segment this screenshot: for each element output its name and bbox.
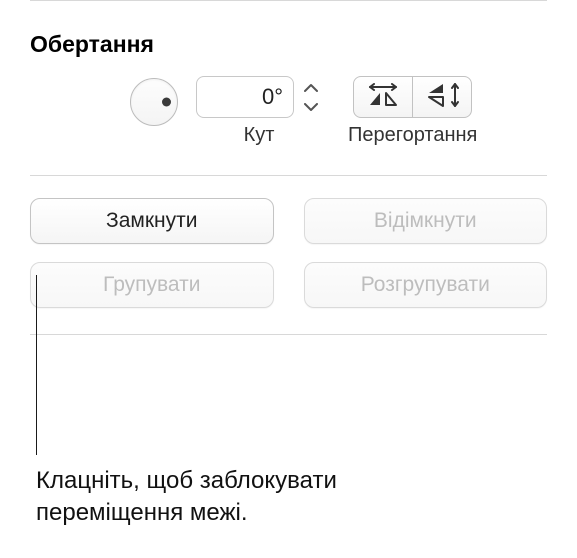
- group-button: Групувати: [30, 262, 274, 308]
- angle-stepper: [300, 76, 322, 118]
- unlock-button-label: Відімкнути: [374, 209, 477, 233]
- rotation-controls: 0° Кут: [30, 76, 547, 175]
- callout-text: Клацніть, щоб заблокувати переміщення ме…: [36, 465, 476, 530]
- section-title-rotation: Обертання: [30, 1, 547, 76]
- ungroup-button-label: Розгрупувати: [361, 273, 490, 297]
- angle-label: Кут: [244, 124, 275, 147]
- angle-input-wrap: 0°: [196, 76, 322, 118]
- angle-stepper-down[interactable]: [300, 98, 322, 116]
- angle-value: 0°: [262, 84, 283, 110]
- angle-group: 0° Кут: [196, 76, 322, 147]
- unlock-button: Відімкнути: [304, 198, 548, 244]
- flip-buttons: [353, 76, 472, 118]
- lock-button-label: Замкнути: [106, 209, 197, 233]
- rotation-dial[interactable]: [130, 78, 178, 126]
- flip-group: Перегортання: [348, 76, 477, 147]
- lock-button[interactable]: Замкнути: [30, 198, 274, 244]
- dial-indicator-icon: [162, 98, 171, 107]
- flip-vertical-button[interactable]: [412, 76, 472, 118]
- flip-vertical-icon: [425, 81, 459, 114]
- angle-input[interactable]: 0°: [196, 76, 294, 118]
- arrange-buttons: Замкнути Відімкнути Групувати Розгрупува…: [30, 176, 547, 334]
- group-button-label: Групувати: [103, 273, 201, 297]
- callout-line-icon: [36, 275, 37, 455]
- angle-stepper-up[interactable]: [300, 78, 322, 96]
- divider-bottom: [30, 334, 547, 335]
- ungroup-button: Розгрупувати: [304, 262, 548, 308]
- flip-label: Перегортання: [348, 124, 477, 147]
- flip-horizontal-button[interactable]: [353, 76, 413, 118]
- flip-horizontal-icon: [366, 83, 400, 112]
